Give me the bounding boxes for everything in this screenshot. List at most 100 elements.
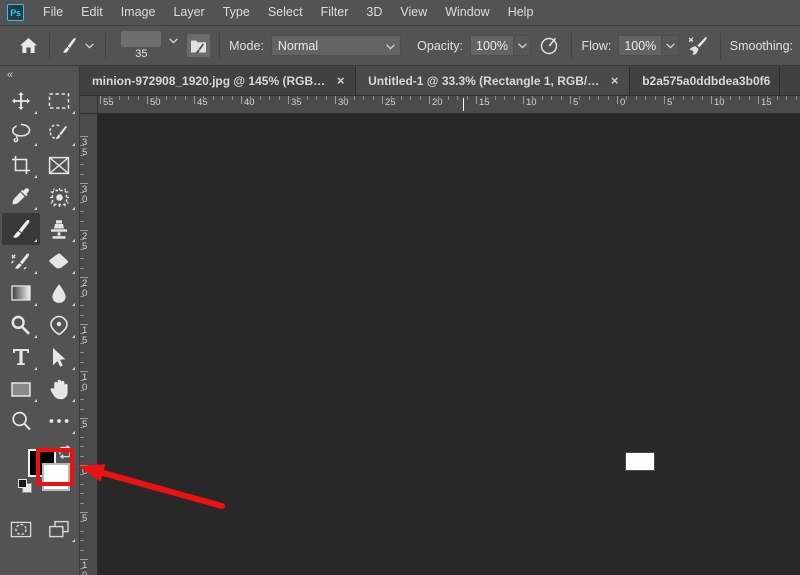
ruler-minor-tick [80,493,84,495]
tool-pen[interactable] [40,309,78,341]
menu-edit[interactable]: Edit [72,2,112,23]
ruler-minor-tick [80,568,84,570]
tool-flyout-corner-icon [34,335,37,338]
flow-input[interactable]: 100% [618,35,663,56]
ruler-minor-tick [259,96,261,100]
opacity-chevron-down-icon[interactable] [514,35,531,56]
menu-bar: Ps File Edit Image Layer Type Select Fil… [0,0,800,26]
tool-object-selection[interactable] [40,117,78,149]
ruler-minor-tick [748,96,750,100]
menu-layer[interactable]: Layer [164,2,213,23]
ruler-minor-tick [353,96,355,100]
tool-spot-healing-brush[interactable] [40,181,78,213]
rectangle-1-shape[interactable] [626,453,654,470]
tab-label: Untitled-1 @ 33.3% (Rectangle 1, RGB/… [368,73,600,88]
close-icon[interactable]: × [609,74,620,87]
tool-history-brush[interactable] [2,245,40,277]
tool-eraser[interactable] [40,245,78,277]
tool-path-selection[interactable] [40,341,78,373]
ruler-minor-tick [739,96,741,100]
airbrush-icon[interactable] [537,34,562,58]
ruler-minor-tick [80,427,84,429]
menu-file[interactable]: File [34,2,72,23]
brush-settings-icon[interactable] [186,34,211,57]
brush-size-chevron-down-icon[interactable] [167,31,180,51]
collapse-panel-icon[interactable]: « [0,66,79,83]
tools-panel: « [0,66,80,575]
tool-zoom[interactable] [2,405,40,437]
menu-view[interactable]: View [391,2,436,23]
menu-select[interactable]: Select [259,2,312,23]
blend-mode-select[interactable]: Normal [270,35,402,56]
menu-help[interactable]: Help [499,2,543,23]
canvas-viewport[interactable] [98,114,800,575]
ruler-minor-tick [80,474,84,476]
brush-preset-chevron-down-icon[interactable] [83,36,96,56]
flow-chevron-down-icon[interactable] [662,35,680,56]
ruler-minor-tick [494,96,496,100]
ruler-label: 20 [432,97,443,108]
horizontal-ruler[interactable]: 55 50 45 40 35 30 25 20 15 10 5 0 5 10 15 [98,96,800,114]
tool-blur[interactable] [40,277,78,309]
ruler-minor-tick [560,96,562,100]
ruler-minor-tick [80,164,84,166]
ruler-minor-tick [80,333,84,335]
tool-hand[interactable] [40,373,78,405]
tool-eyedropper[interactable] [2,181,40,213]
ruler-minor-tick [673,96,675,100]
home-icon[interactable] [18,35,40,57]
ruler-minor-tick [400,96,402,100]
tool-crop[interactable] [2,149,40,181]
tab-minion-jpg[interactable]: minion-972908_1920.jpg @ 145% (RGB… × [80,66,357,95]
tools-grid [0,83,79,437]
close-icon[interactable]: × [335,74,346,87]
opacity-input[interactable]: 100% [470,35,514,56]
tool-frame[interactable] [40,149,78,181]
tool-dodge[interactable] [2,309,40,341]
menu-filter[interactable]: Filter [312,2,358,23]
tool-rectangular-marquee[interactable] [40,85,78,117]
tool-flyout-corner-icon [72,367,75,370]
ruler-minor-tick [250,96,252,100]
ruler-minor-tick [635,96,637,100]
tool-edit-toolbar-ellipsis[interactable] [40,405,78,437]
tool-type[interactable] [2,341,40,373]
tool-flyout-corner-icon [34,271,37,274]
ruler-minor-tick [128,96,130,100]
ruler-label: 10 [714,97,725,108]
swap-colors-icon[interactable] [58,445,72,464]
tool-gradient[interactable] [2,277,40,309]
quick-mask-toggle[interactable] [2,513,40,545]
ruler-minor-tick [579,96,581,100]
options-separator-2 [104,32,106,59]
brush-size-preview[interactable]: 35 [119,31,164,60]
ruler-minor-tick [231,96,233,100]
tab-untitled-1[interactable]: Untitled-1 @ 33.3% (Rectangle 1, RGB/… × [356,66,631,95]
tool-clone-stamp[interactable] [40,213,78,245]
brush-tool-icon[interactable] [59,35,81,57]
tool-flyout-corner-icon [72,335,75,338]
ruler-label: 30 [338,97,349,108]
ruler-minor-tick [80,342,84,344]
vertical-ruler[interactable]: 35302520151050510 [80,114,98,575]
menu-type[interactable]: Type [214,2,259,23]
default-colors-icon[interactable] [18,479,32,498]
screen-mode-toggle[interactable] [40,513,78,545]
menu-window[interactable]: Window [436,2,498,23]
tab-b2a575a0ddbdea3b0f6[interactable]: b2a575a0ddbdea3b0f6 [630,66,781,95]
tool-lasso[interactable] [2,117,40,149]
menu-3d[interactable]: 3D [357,2,391,23]
ruler-minor-tick [80,502,84,504]
background-color-swatch[interactable] [42,463,70,491]
tablet-pressure-icon[interactable] [685,34,710,58]
tool-flyout-corner-icon [34,303,37,306]
tool-brush[interactable] [2,213,40,245]
ruler-minor-tick [729,96,731,100]
photoshop-logo-icon[interactable]: Ps [7,4,24,21]
ruler-label: 35 [291,97,302,108]
tool-move[interactable] [2,85,40,117]
tool-rectangle-shape[interactable] [2,373,40,405]
ruler-minor-tick [645,96,647,100]
ruler-minor-tick [598,96,600,100]
menu-image[interactable]: Image [112,2,165,23]
